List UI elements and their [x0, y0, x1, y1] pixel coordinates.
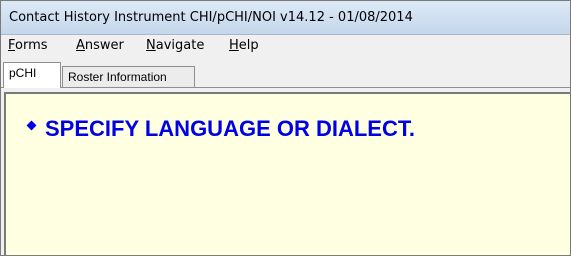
app-window: Contact History Instrument CHI/pCHI/NOI …: [0, 0, 571, 256]
menu-help-label: elp: [238, 38, 259, 53]
menu-forms-label: orms: [15, 38, 48, 53]
question-row: SPECIFY LANGUAGE OR DIALECT.: [26, 116, 415, 142]
menu-answer-label: nswer: [84, 38, 124, 53]
menu-navigate[interactable]: Navigate: [146, 38, 204, 53]
menu-navigate-label: avigate: [155, 38, 205, 53]
menu-help-mnemonic: H: [229, 38, 239, 53]
menu-answer[interactable]: Answer: [76, 38, 124, 53]
menu-bar: Forms Answer Navigate Help: [1, 35, 570, 57]
menu-help[interactable]: Help: [229, 38, 259, 53]
window-title: Contact History Instrument CHI/pCHI/NOI …: [9, 10, 413, 25]
title-bar[interactable]: Contact History Instrument CHI/pCHI/NOI …: [1, 1, 570, 35]
menu-navigate-mnemonic: N: [146, 38, 156, 53]
menu-forms-mnemonic: F: [8, 38, 16, 53]
tab-roster-information[interactable]: Roster Information: [62, 66, 195, 87]
question-panel: SPECIFY LANGUAGE OR DIALECT.: [4, 92, 570, 255]
diamond-bullet-icon: [26, 120, 37, 130]
menu-answer-mnemonic: A: [76, 38, 85, 53]
tab-strip: pCHI Roster Information: [1, 59, 570, 88]
tab-pchi[interactable]: pCHI: [3, 62, 61, 88]
question-text: SPECIFY LANGUAGE OR DIALECT.: [45, 116, 415, 141]
menu-forms[interactable]: Forms: [8, 38, 48, 53]
